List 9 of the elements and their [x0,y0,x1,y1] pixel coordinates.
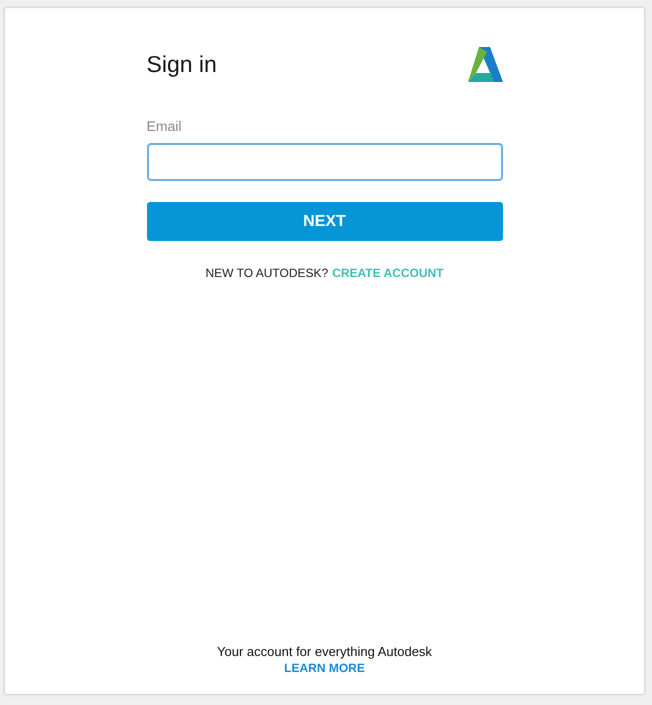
signup-prompt: NEW TO AUTODESK? [205,266,328,280]
page-title: Sign in [146,50,217,78]
email-label: Email [146,118,183,134]
next-button[interactable]: NEXT [146,202,502,241]
learn-more-link[interactable]: LEARN MORE [284,661,365,675]
logo-icon [468,46,502,82]
footer-text: Your account for everything Autodesk [217,644,432,659]
create-account-link[interactable]: CREATE ACCOUNT [332,266,444,280]
email-field[interactable] [146,143,502,181]
